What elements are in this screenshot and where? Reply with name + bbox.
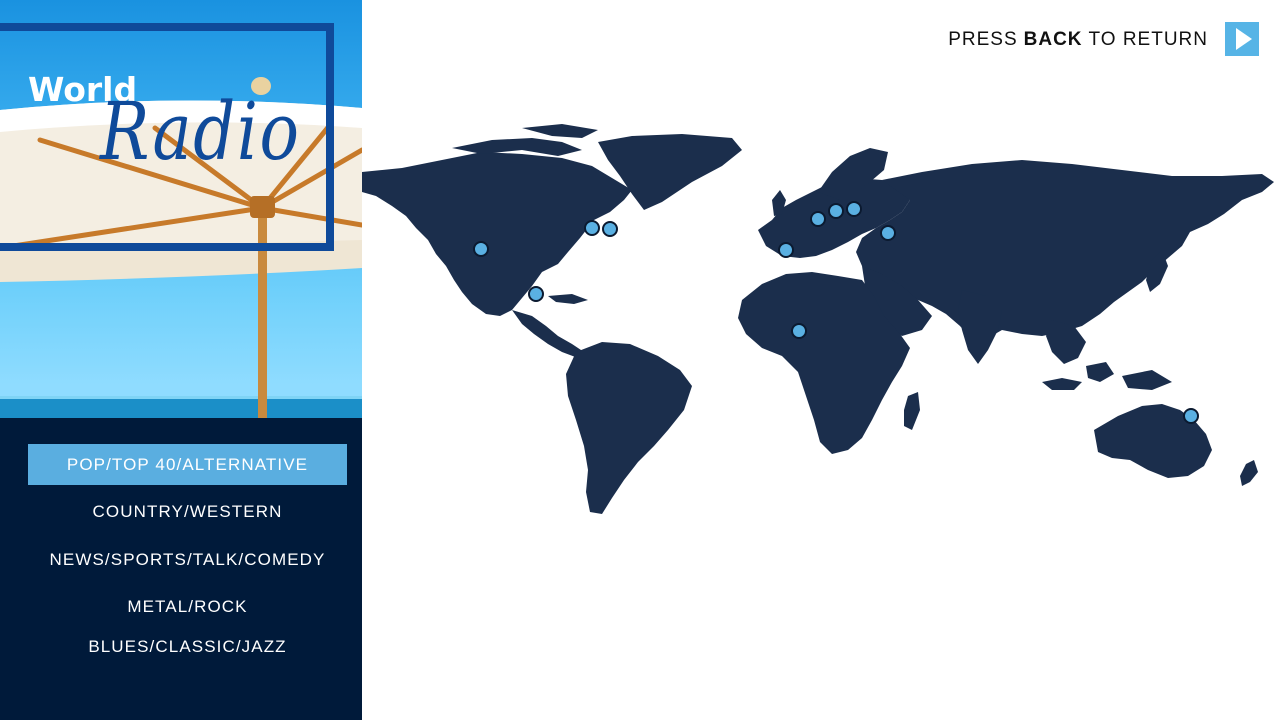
menu-item-metal-rock[interactable]: METAL/ROCK xyxy=(28,586,347,627)
station-marker[interactable] xyxy=(584,220,600,236)
sidebar: World Radio POP/TOP 40/ALTERNATIVE COUNT… xyxy=(0,0,362,720)
hero-image: World Radio xyxy=(0,0,362,418)
genre-menu: POP/TOP 40/ALTERNATIVE COUNTRY/WESTERN N… xyxy=(0,418,362,720)
back-hint-suffix: TO RETURN xyxy=(1088,29,1208,50)
station-marker[interactable] xyxy=(1183,408,1199,424)
station-marker[interactable] xyxy=(846,201,862,217)
station-marker[interactable] xyxy=(528,286,544,302)
station-marker[interactable] xyxy=(880,225,896,241)
play-triangle-icon xyxy=(1236,28,1252,50)
back-button[interactable] xyxy=(1225,22,1259,56)
back-hint-prefix: PRESS xyxy=(948,29,1018,50)
world-map xyxy=(362,124,1274,514)
station-marker[interactable] xyxy=(602,221,618,237)
station-marker[interactable] xyxy=(473,241,489,257)
station-marker[interactable] xyxy=(778,242,794,258)
station-marker[interactable] xyxy=(828,203,844,219)
station-marker[interactable] xyxy=(810,211,826,227)
menu-item-pop-top40-alternative[interactable]: POP/TOP 40/ALTERNATIVE xyxy=(28,444,347,485)
logo-radio-text: Radio xyxy=(100,85,301,178)
menu-item-news-sports-talk-comedy[interactable]: NEWS/SPORTS/TALK/COMEDY xyxy=(28,539,347,580)
station-marker[interactable] xyxy=(791,323,807,339)
menu-item-country-western[interactable]: COUNTRY/WESTERN xyxy=(28,491,347,532)
back-hint-key: BACK xyxy=(1023,29,1083,50)
menu-item-blues-classic-jazz[interactable]: BLUES/CLASSIC/JAZZ xyxy=(28,626,347,667)
back-hint: PRESS BACK TO RETURN xyxy=(948,29,1208,51)
continents xyxy=(362,124,1274,514)
